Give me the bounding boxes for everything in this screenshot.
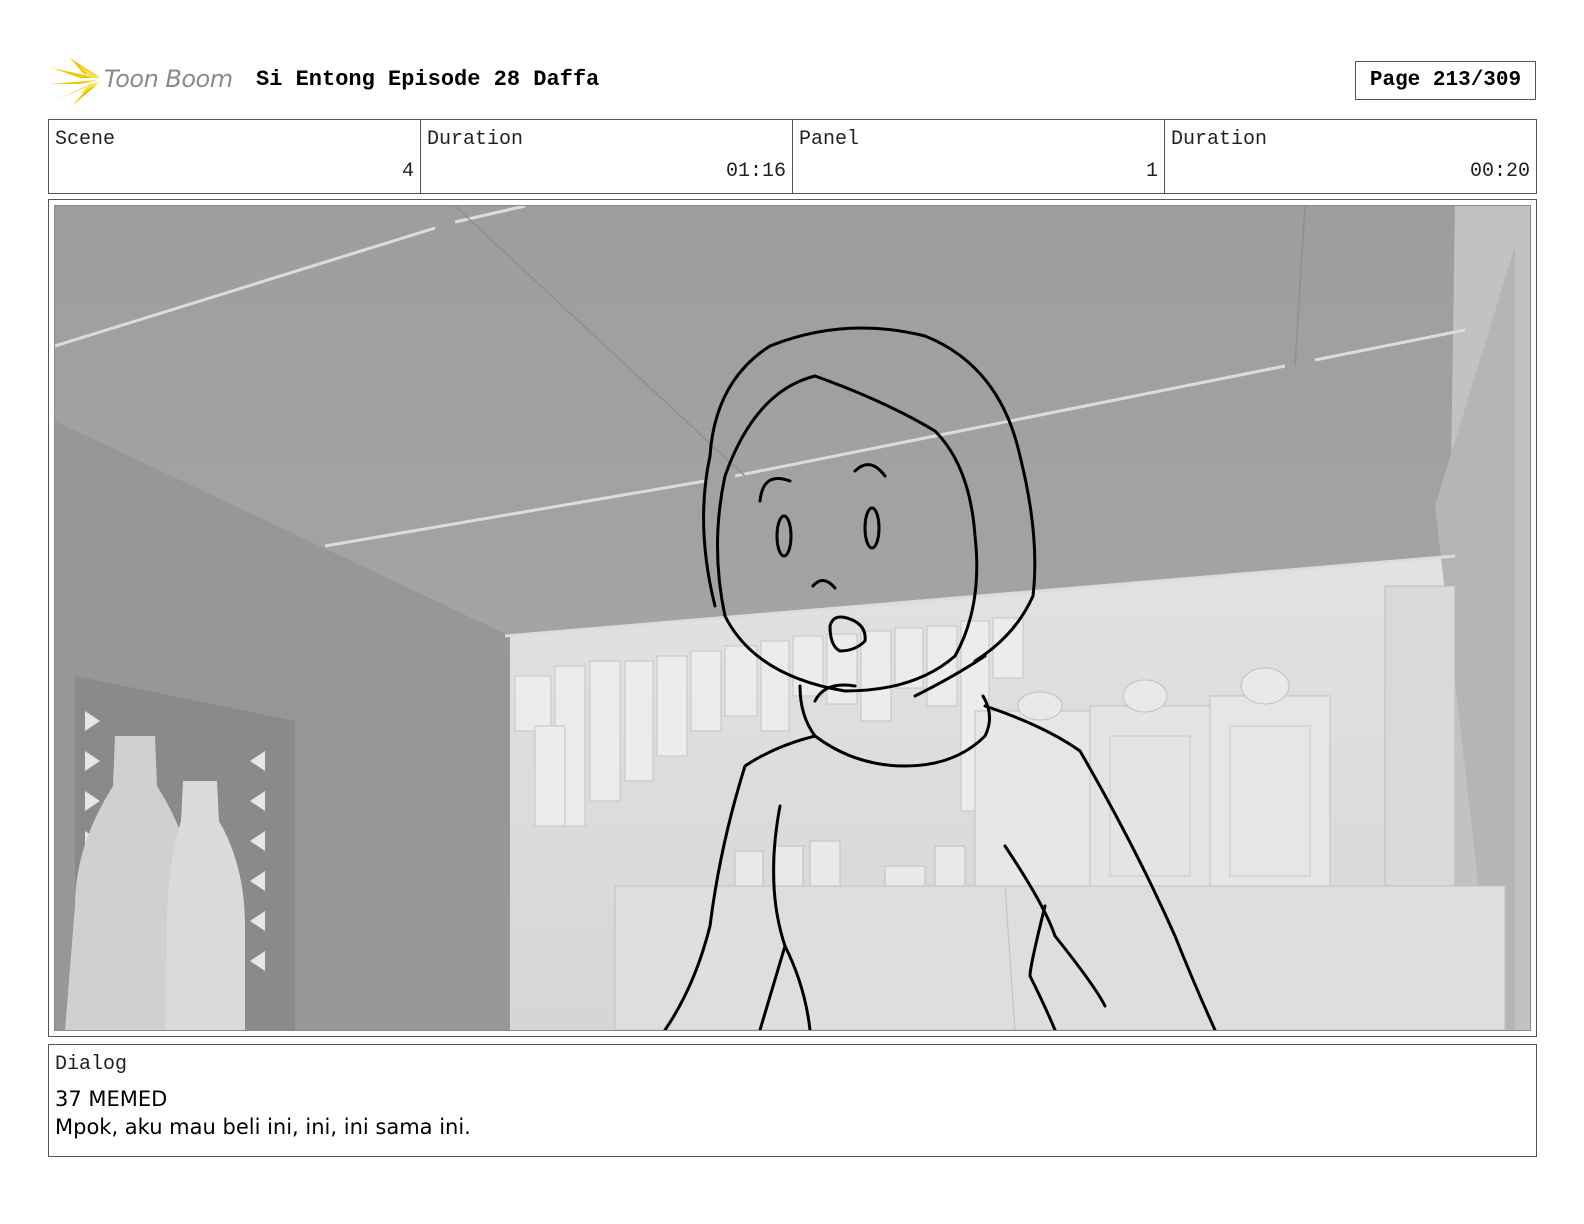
page-number: Page 213/309 [1355, 61, 1536, 100]
scene-cell: Scene 4 [49, 120, 421, 193]
scene-duration-label: Duration [427, 128, 524, 151]
dialog-label: Dialog [55, 1053, 128, 1076]
panel-duration-label: Duration [1171, 128, 1268, 151]
left-window [65, 676, 295, 1030]
scene-duration-cell: Duration 01:16 [421, 120, 793, 193]
scene-label: Scene [55, 128, 116, 151]
panel-value: 1 [1145, 160, 1158, 183]
logo-wordmark: Toon Boom [104, 65, 233, 93]
scene-value: 4 [401, 160, 414, 183]
panel-duration-value: 00:20 [1469, 160, 1530, 183]
storyboard-panel-frame [48, 199, 1537, 1037]
starburst-icon [50, 58, 100, 106]
scene-duration-value: 01:16 [725, 160, 786, 183]
panel-drawing [55, 206, 1530, 1030]
panel-label: Panel [799, 128, 860, 151]
storyboard-title: Si Entong Episode 28 Daffa [256, 67, 600, 92]
panel-duration-cell: Duration 00:20 [1165, 120, 1536, 193]
toon-boom-logo: Toon Boom [50, 54, 240, 108]
storyboard-panel-image [54, 205, 1531, 1031]
dialog-box: Dialog 37 MEMED Mpok, aku mau beli ini, … [48, 1044, 1537, 1157]
panel-info-table: Scene 4 Duration 01:16 Panel 1 Duration … [48, 119, 1537, 194]
dialog-text: Mpok, aku mau beli ini, ini, ini sama in… [55, 1115, 471, 1139]
dialog-speaker: 37 MEMED [55, 1087, 168, 1111]
panel-cell: Panel 1 [793, 120, 1165, 193]
